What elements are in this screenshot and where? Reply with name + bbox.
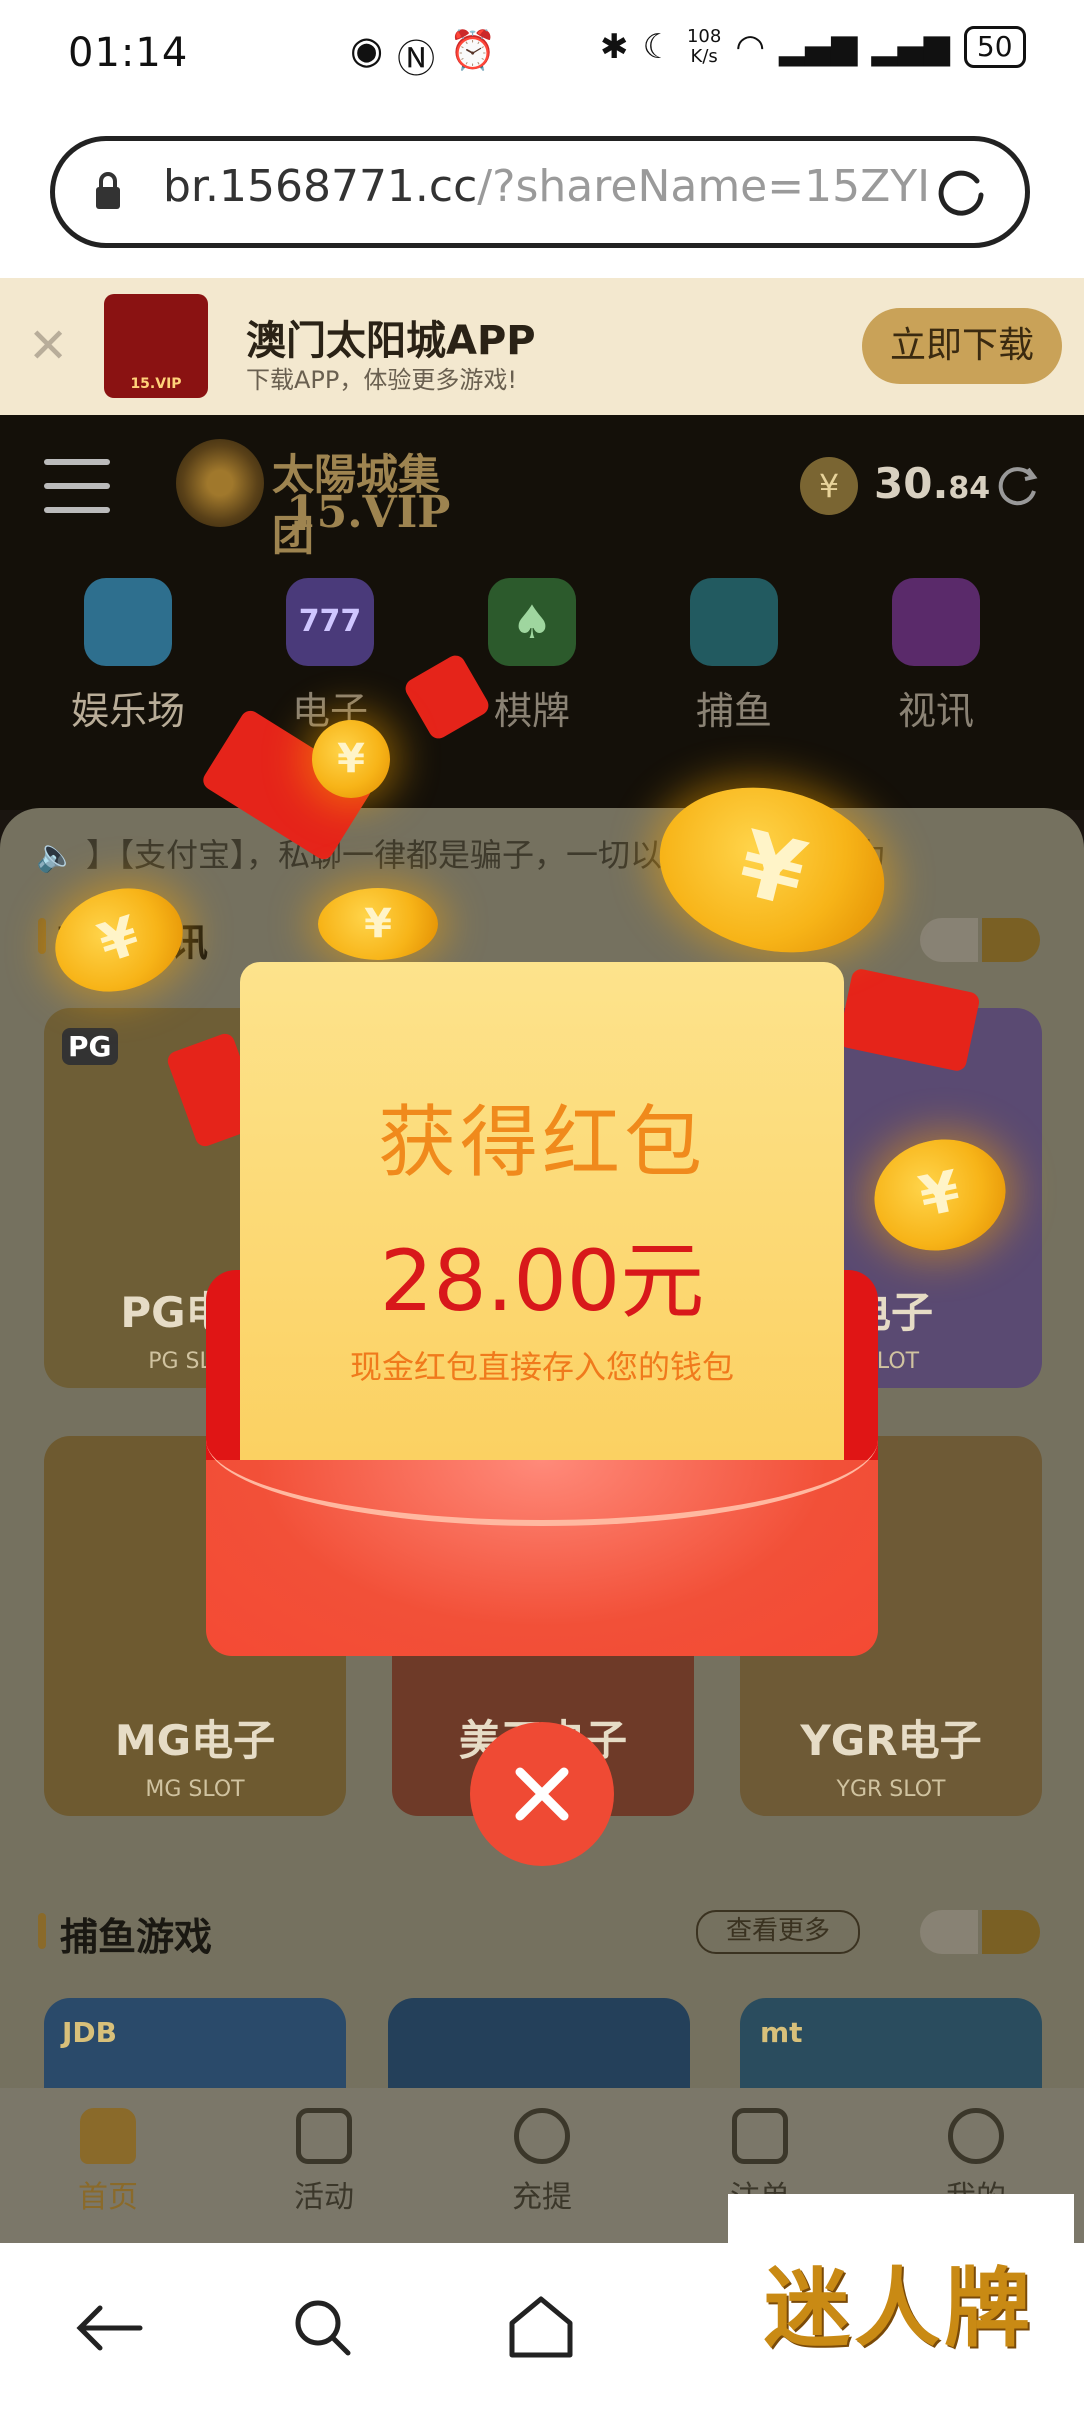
status-bar: 01:14 ◉ Ⓝ ⏰ ✱ ☾ 108 K/s ◠ ▂▄▆ ▂▄▆ 50 (0, 0, 1084, 120)
banner-subtitle: 下载APP，体验更多游戏! (246, 366, 517, 394)
modal-title: 获得红包 (377, 1098, 706, 1188)
brand-logo: 太陽城集团 15.VIP (176, 431, 476, 560)
gift-star-icon (296, 2108, 352, 2164)
download-button[interactable]: 立即下载 (862, 308, 1062, 384)
refresh-icon[interactable] (990, 459, 1044, 513)
profile-icon (948, 2108, 1004, 2164)
app-logo: 15.VIP (104, 294, 208, 398)
slot-777-icon: 777 (286, 578, 374, 666)
section-marker-2 (38, 1913, 46, 1949)
live-dealer-icon (892, 578, 980, 666)
carousel-arrows-2[interactable] (920, 1910, 1040, 1954)
url-text[interactable]: br.1568771.cc/?shareName=15ZYI (163, 161, 943, 212)
view-more-button[interactable]: 查看更多 (696, 1910, 860, 1954)
category-casino[interactable]: 娱乐场 (58, 578, 198, 735)
app-download-banner: ✕ 15.VIP 澳门太阳城APP 下载APP，体验更多游戏! 立即下载 (0, 278, 1084, 415)
spade-icon: ♠ (488, 578, 576, 666)
deposit-icon (514, 2108, 570, 2164)
arrow-left-icon[interactable] (920, 1910, 978, 1954)
eye-icon: ◉ (350, 28, 384, 72)
category-fishing[interactable]: 捕鱼 (664, 578, 804, 735)
close-icon (515, 1767, 569, 1821)
back-arrow-icon[interactable] (74, 2303, 144, 2353)
status-left-icons: ◉ Ⓝ ⏰ (350, 28, 497, 83)
menu-icon[interactable] (44, 459, 110, 515)
reload-icon[interactable] (931, 163, 991, 223)
search-icon[interactable] (290, 2295, 356, 2361)
roulette-icon (84, 578, 172, 666)
modal-close-button[interactable] (470, 1722, 614, 1866)
modal-amount: 28.00元 (379, 1232, 705, 1330)
home-icon (80, 2108, 136, 2164)
tab-activity[interactable]: 活动 (264, 2108, 384, 2216)
site-header: 太陽城集团 15.VIP ¥ 30.84 娱乐场 777 电子 ♠ 棋牌 捕鱼 … (0, 415, 1084, 810)
alarm-icon: ⏰ (449, 28, 497, 72)
home-icon[interactable] (506, 2293, 576, 2361)
battery-indicator: 50 (963, 26, 1026, 68)
section-title-fishing: 捕鱼游戏 (60, 1915, 213, 1959)
sun-logo-icon (176, 439, 264, 527)
arrow-right-icon[interactable] (982, 918, 1040, 962)
category-live[interactable]: 视讯 (866, 578, 1006, 735)
tab-deposit[interactable]: 充提 (482, 2108, 602, 2216)
watermark-logo: 迷人牌 (728, 2194, 1074, 2387)
yen-icon: ¥ (800, 457, 858, 515)
signal-icon-2: ▂▄▆ (871, 27, 950, 67)
speaker-icon: 🔈 (36, 836, 76, 874)
gold-coin-icon: ¥ (318, 888, 438, 960)
signal-icon-1: ▂▄▆ (779, 27, 858, 67)
bluetooth-icon: ✱ (600, 27, 629, 67)
carousel-arrows[interactable] (920, 918, 1040, 962)
status-right-icons: ✱ ☾ 108 K/s ◠ ▂▄▆ ▂▄▆ 50 (600, 26, 1026, 68)
moon-icon: ☾ (642, 27, 673, 67)
arrow-left-icon[interactable] (920, 918, 978, 962)
address-bar[interactable]: br.1568771.cc/?shareName=15ZYI (50, 136, 1030, 248)
status-time: 01:14 (68, 30, 189, 76)
gold-coin-icon: ¥ (312, 720, 390, 798)
arrow-right-icon[interactable] (982, 1910, 1040, 1954)
category-slots[interactable]: 777 电子 (260, 578, 400, 735)
fish-icon (690, 578, 778, 666)
wifi-icon: ◠ (735, 27, 766, 67)
balance: 30.84 (874, 459, 991, 508)
modal-description: 现金红包直接存入您的钱包 (349, 1348, 734, 1386)
banner-title: 澳门太阳城APP (246, 318, 536, 364)
nfc-icon: Ⓝ (397, 37, 436, 81)
network-speed: 108 K/s (686, 26, 722, 67)
orders-icon (732, 2108, 788, 2164)
lock-icon (96, 172, 120, 209)
tab-home[interactable]: 首页 (48, 2108, 168, 2216)
close-icon[interactable]: ✕ (28, 318, 68, 374)
